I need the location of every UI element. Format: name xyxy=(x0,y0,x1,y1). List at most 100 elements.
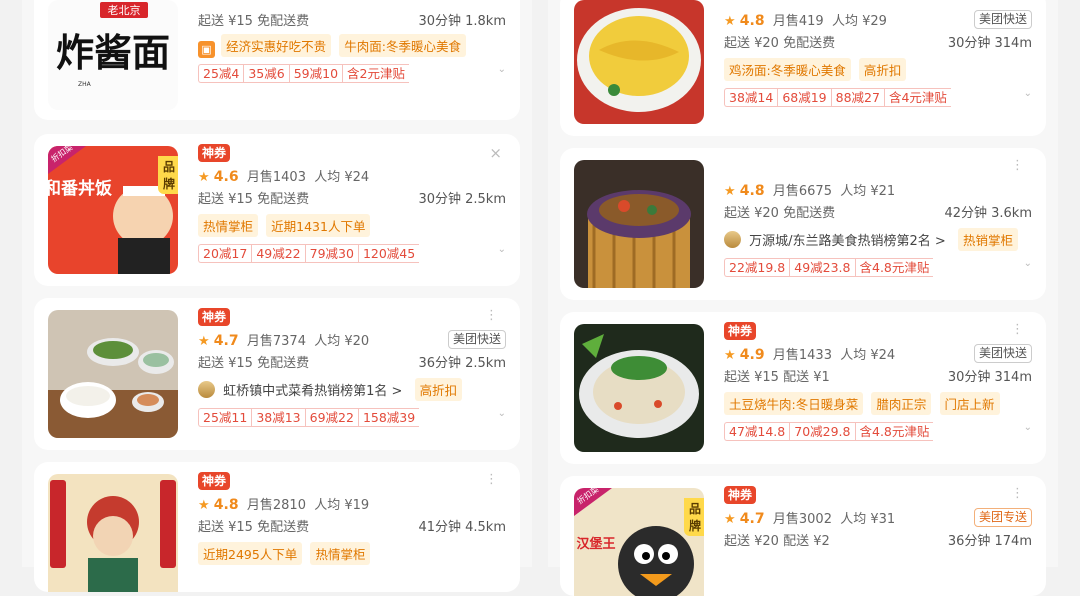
star-icon: ★ xyxy=(724,348,736,363)
rank-medal-icon xyxy=(198,381,215,398)
delivery-service-badge: 美团专送 xyxy=(973,508,1032,527)
rank-medal-icon xyxy=(724,231,741,248)
star-icon: ★ xyxy=(198,334,210,349)
discount: 25减11 xyxy=(198,408,252,427)
store-card[interactable]: 汉堡王 折扣菜 品牌 神券 ⋮ ★ 4.7 月售3002 人均 ¥31 美团专送… xyxy=(560,476,1046,596)
tag: 近期2495人下单 xyxy=(198,542,303,565)
store-thumbnail xyxy=(574,160,704,288)
time-distance: 30分钟 314m xyxy=(947,370,1032,385)
tag-icon: ▣ xyxy=(198,41,215,58)
store-thumbnail: 和番丼饭 折扣菜 品牌 xyxy=(48,146,178,274)
discount: 158减39 xyxy=(357,408,420,427)
discount: 59减10 xyxy=(288,64,343,83)
rank-link[interactable]: 虹桥镇中式菜肴热销榜第1名 > xyxy=(223,384,402,399)
more-icon[interactable]: ⋮ xyxy=(1011,322,1024,337)
store-card[interactable]: 神券 ⋮ ★ 4.8 月售2810 人均 ¥19 起送 ¥15 免配送费 41分… xyxy=(34,462,520,592)
coupon-badge: 神券 xyxy=(198,308,231,326)
time-distance: 30分钟 2.5km xyxy=(418,192,506,207)
tag: 腊肉正宗 xyxy=(871,392,932,415)
brand-badge: 品牌 xyxy=(158,156,178,194)
coupon-badge: 神券 xyxy=(724,486,757,504)
tag: 近期1431人下单 xyxy=(266,214,371,237)
more-icon[interactable]: ⋮ xyxy=(1011,486,1024,501)
monthly-sales: 月售419 xyxy=(772,14,824,29)
avg-price: 人均 ¥29 xyxy=(831,14,887,29)
discount: 25减4 xyxy=(198,64,244,83)
avg-price: 人均 ¥21 xyxy=(840,184,896,199)
store-card[interactable]: 神券 ⋮ ★ 4.7 月售7374 人均 ¥20 美团快送 起送 ¥15 免配送… xyxy=(34,298,520,450)
store-thumbnail: 汉堡王 折扣菜 品牌 xyxy=(574,488,704,596)
coupon-badge: 神券 xyxy=(724,322,757,340)
store-thumbnail xyxy=(48,474,178,592)
expand-chevron-icon[interactable]: ⌄ xyxy=(1024,422,1032,433)
monthly-sales: 月售1433 xyxy=(772,348,832,363)
tag: 高折扣 xyxy=(414,378,463,401)
store-card[interactable]: ⋮ ★ 4.8 月售6675 人均 ¥21 起送 ¥20 免配送费 42分钟 3… xyxy=(560,148,1046,300)
store-card[interactable]: 老北京 炸酱面 ZHA 起送 ¥15 免配送费 30分钟 1.8km ▣ 经济实… xyxy=(34,0,520,120)
rank-link[interactable]: 万源城/东兰路美食热销榜第2名 > xyxy=(749,234,946,249)
discount: 含4.8元津贴 xyxy=(854,258,934,277)
store-card[interactable]: 神券 ⋮ ★ 4.9 月售1433 人均 ¥24 美团快送 起送 ¥15 配送 … xyxy=(560,312,1046,464)
rating: 4.8 xyxy=(739,183,765,199)
left-column: 老北京 炸酱面 ZHA 起送 ¥15 免配送费 30分钟 1.8km ▣ 经济实… xyxy=(22,0,532,592)
discount: 38减13 xyxy=(251,408,305,427)
store-card[interactable]: ★ 4.8 月售419 人均 ¥29 美团快送 起送 ¥20 免配送费 30分钟… xyxy=(560,0,1046,136)
store-thumbnail: 老北京 炸酱面 ZHA xyxy=(48,0,178,110)
delivery-info: 起送 ¥15 免配送费 xyxy=(198,192,310,207)
delivery-info: 起送 ¥20 免配送费 xyxy=(724,36,836,51)
avg-price: 人均 ¥31 xyxy=(840,512,896,527)
discount: 含4元津贴 xyxy=(883,88,951,107)
close-icon[interactable]: × xyxy=(489,144,502,162)
discount-badge-icon: 折扣菜 xyxy=(48,146,86,174)
discount: 49减22 xyxy=(251,244,305,263)
delivery-info: 起送 ¥15 配送 ¥1 xyxy=(724,370,830,385)
delivery-info: 起送 ¥15 免配送费 xyxy=(198,14,310,29)
time-distance: 30分钟 1.8km xyxy=(418,14,506,29)
expand-chevron-icon[interactable]: ⌄ xyxy=(1024,88,1032,99)
more-icon[interactable]: ⋮ xyxy=(485,308,498,323)
brand-badge: 品牌 xyxy=(684,498,704,536)
delivery-service-badge: 美团快送 xyxy=(973,10,1032,29)
rating: 4.8 xyxy=(739,13,765,29)
expand-chevron-icon[interactable]: ⌄ xyxy=(498,244,506,255)
time-distance: 36分钟 2.5km xyxy=(418,356,506,371)
tag: 热销掌柜 xyxy=(957,228,1018,251)
discount-badge-icon: 折扣菜 xyxy=(574,488,612,516)
more-icon[interactable]: ⋮ xyxy=(485,472,498,487)
discount: 含2元津贴 xyxy=(342,64,409,83)
discount: 38减14 xyxy=(724,88,778,107)
star-icon: ★ xyxy=(198,170,210,185)
tag: 牛肉面:冬季暖心美食 xyxy=(339,34,467,57)
thumb-art-text: 炸酱面 xyxy=(56,30,170,75)
delivery-info: 起送 ¥20 免配送费 xyxy=(724,206,836,221)
tag: 热情掌柜 xyxy=(198,214,259,237)
tag: 经济实惠好吃不贵 xyxy=(221,34,332,57)
discount: 70减29.8 xyxy=(789,422,855,441)
tag: 鸡汤面:冬季暖心美食 xyxy=(724,58,851,81)
right-column: ★ 4.8 月售419 人均 ¥29 美团快送 起送 ¥20 免配送费 30分钟… xyxy=(548,0,1058,596)
discount: 47减14.8 xyxy=(724,422,790,441)
delivery-service-badge: 美团快送 xyxy=(447,330,506,349)
discount: 120减45 xyxy=(357,244,420,263)
star-icon: ★ xyxy=(724,14,736,29)
expand-chevron-icon[interactable]: ⌄ xyxy=(1024,258,1032,269)
time-distance: 30分钟 314m xyxy=(947,36,1032,51)
avg-price: 人均 ¥24 xyxy=(840,348,896,363)
expand-chevron-icon[interactable]: ⌄ xyxy=(498,408,506,419)
discount: 49减23.8 xyxy=(789,258,855,277)
delivery-service-badge: 美团快送 xyxy=(973,344,1032,363)
delivery-info: 起送 ¥15 免配送费 xyxy=(198,356,310,371)
discount: 79减30 xyxy=(304,244,358,263)
discount: 含4.8元津贴 xyxy=(854,422,934,441)
discount: 35减6 xyxy=(243,64,289,83)
expand-chevron-icon[interactable]: ⌄ xyxy=(498,64,506,75)
more-icon[interactable]: ⋮ xyxy=(1011,158,1024,173)
store-thumbnail xyxy=(48,310,178,438)
rating: 4.9 xyxy=(739,347,765,363)
tag: 土豆烧牛肉:冬日暖身菜 xyxy=(724,392,864,415)
time-distance: 42分钟 3.6km xyxy=(944,206,1032,221)
thumb-art-text: 和番丼饭 xyxy=(48,178,112,199)
monthly-sales: 月售3002 xyxy=(772,512,832,527)
store-card[interactable]: 和番丼饭 折扣菜 品牌 神券 × ★ 4.6 月售1403 人均 ¥24 起送 … xyxy=(34,134,520,286)
avg-price: 人均 ¥19 xyxy=(314,498,370,513)
